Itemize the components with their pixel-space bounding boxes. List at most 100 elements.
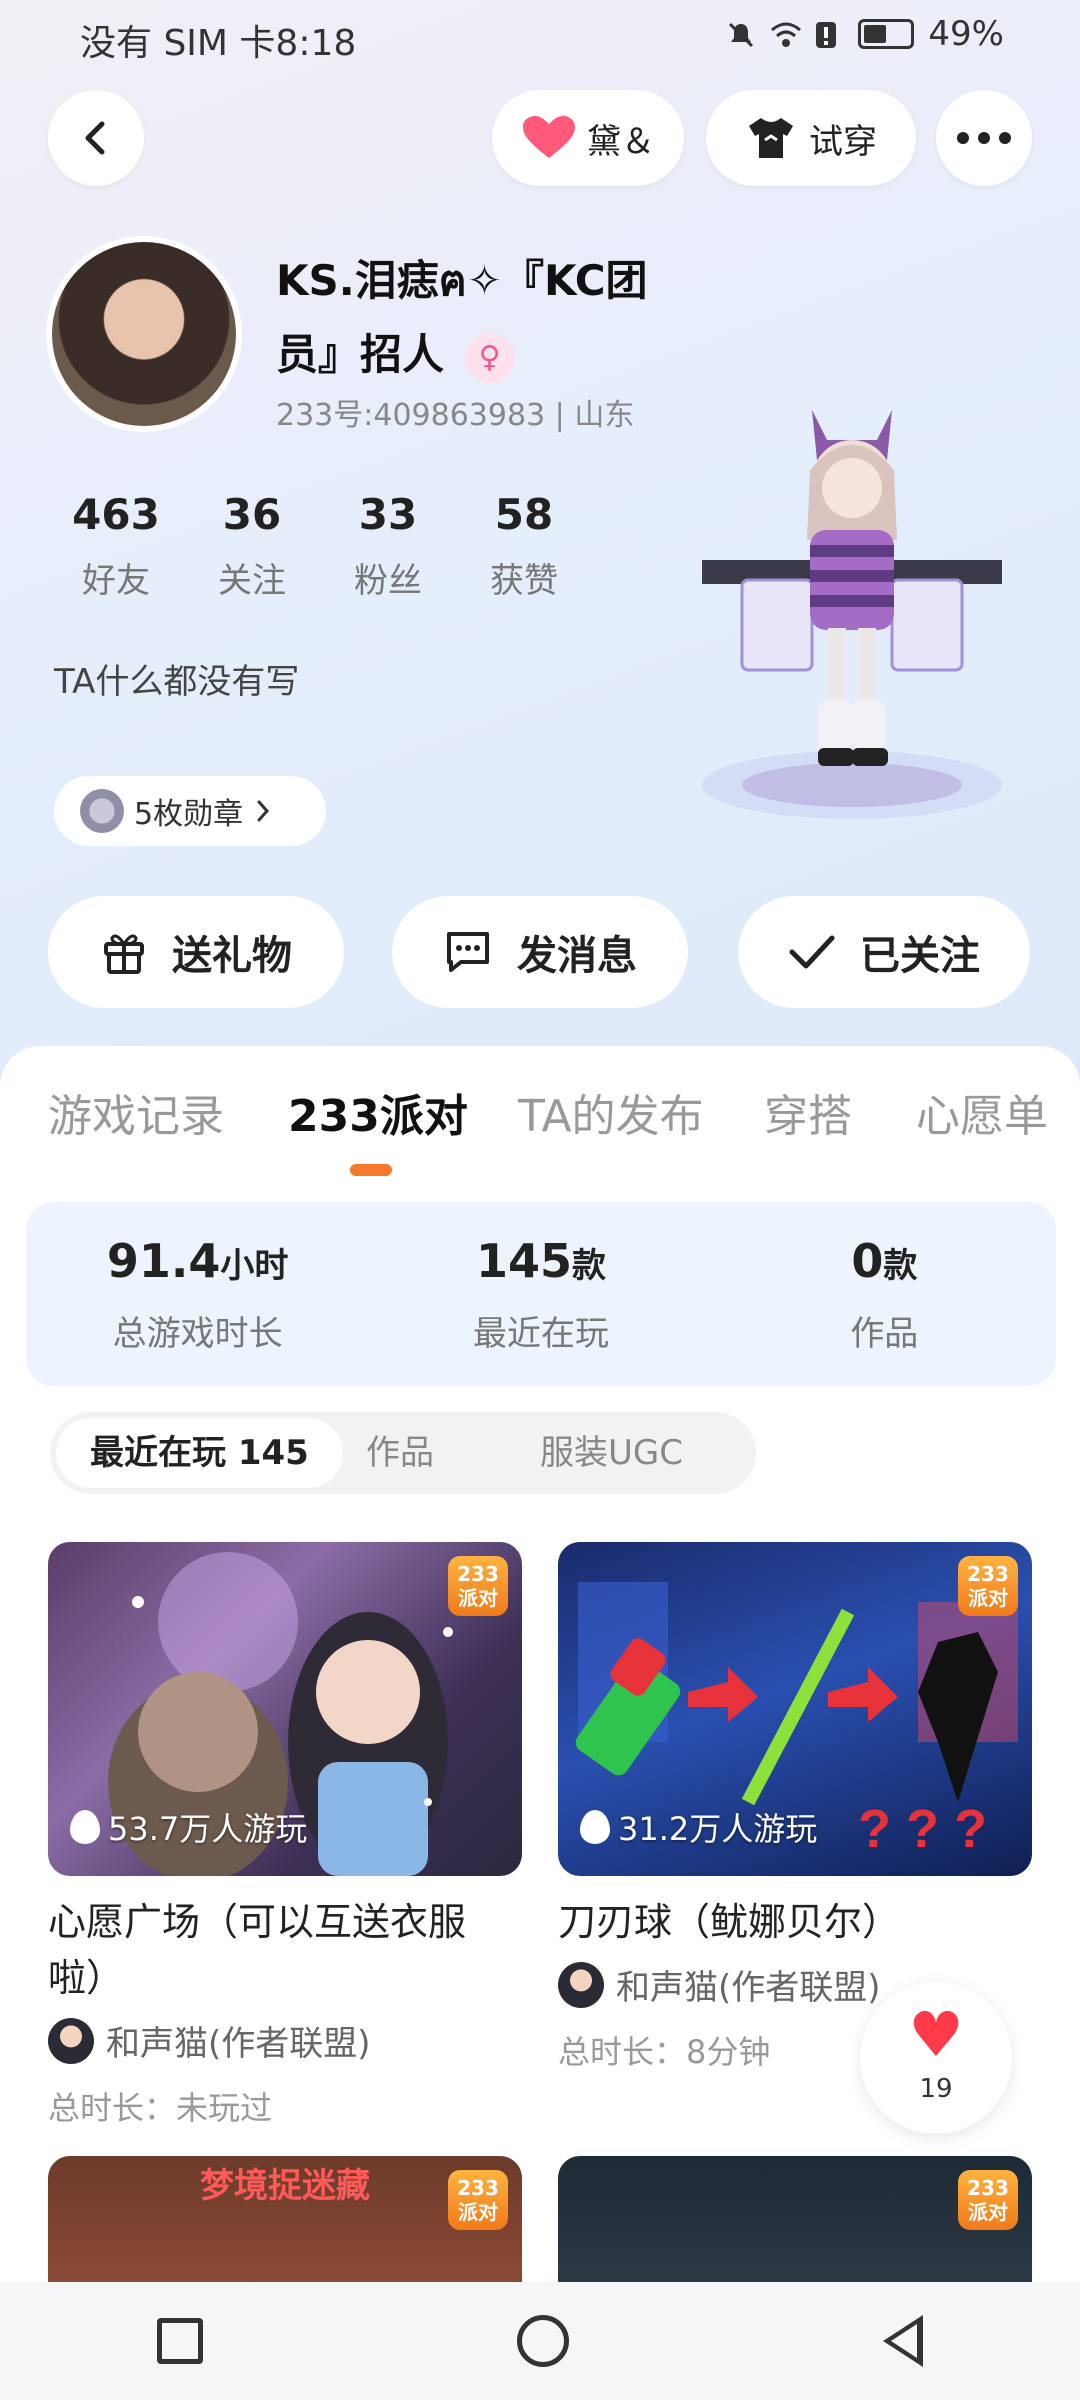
stat-value: 33 bbox=[358, 490, 418, 539]
author-avatar bbox=[48, 2017, 94, 2064]
female-gender-icon: ♀ bbox=[464, 332, 515, 383]
more-options-button[interactable] bbox=[936, 90, 1032, 186]
battery-level: 49% bbox=[928, 14, 1004, 54]
summary-unit: 小时 bbox=[220, 1246, 289, 1286]
summary-recent-games: 145款 最近在玩 bbox=[369, 1202, 712, 1386]
tshirt-icon bbox=[749, 118, 793, 158]
status-bar: 没有 SIM 卡8:18 49% bbox=[0, 0, 1080, 72]
send-message-button[interactable]: 发消息 bbox=[392, 896, 688, 1008]
profile-avatar[interactable] bbox=[46, 236, 242, 432]
medals-label: 5枚勋章 bbox=[134, 797, 244, 832]
status-icons: 49% bbox=[726, 14, 1004, 54]
play-count: 53.7万人游玩 bbox=[70, 1804, 307, 1850]
home-icon[interactable] bbox=[517, 2315, 569, 2367]
summary-label: 作品 bbox=[850, 1314, 919, 1354]
subtab-recently-played[interactable]: 最近在玩 145 bbox=[56, 1418, 343, 1488]
game-title[interactable]: 刀刃球（鱿娜贝尔） bbox=[558, 1894, 1032, 1950]
like-count: 19 bbox=[919, 2074, 953, 2104]
avatar-3d-figure[interactable] bbox=[702, 400, 1002, 850]
svg-text:? ? ?: ? ? ? bbox=[858, 1799, 987, 1859]
profile-name-text: KS.泪痣ฅ✧『KC团员』招人 bbox=[276, 256, 648, 379]
tab-233-party[interactable]: 233派对 bbox=[288, 1080, 468, 1144]
more-dots-icon bbox=[957, 132, 1011, 144]
profile-tabs: 游戏记录 233派对 TA的发布 穿搭 心愿单 bbox=[0, 1080, 1080, 1170]
stat-value: 58 bbox=[494, 490, 554, 539]
checkmark-icon bbox=[789, 935, 835, 969]
medal-icon bbox=[80, 789, 124, 833]
play-summary: 91.4小时 总游戏时长 145款 最近在玩 0款 作品 bbox=[26, 1202, 1056, 1386]
chevron-right-icon bbox=[257, 800, 270, 822]
heart-icon bbox=[523, 116, 575, 158]
profile-bio: TA什么都没有写 bbox=[54, 662, 300, 702]
party-badge-icon: 233派对 bbox=[448, 2170, 508, 2230]
floating-like-button[interactable]: ♥ 19 bbox=[860, 1982, 1012, 2134]
send-message-label: 发消息 bbox=[517, 933, 637, 979]
stat-label: 获赞 bbox=[490, 561, 558, 601]
stat-label: 粉丝 bbox=[354, 561, 422, 601]
author-name: 和声猫(作者联盟) bbox=[106, 2024, 371, 2064]
summary-value: 0 bbox=[851, 1234, 884, 1288]
stat-likes[interactable]: 58 获赞 bbox=[456, 490, 592, 602]
sub-tabs: 最近在玩 145 作品 服装UGC bbox=[50, 1412, 756, 1494]
party-badge-icon: 233派对 bbox=[958, 1556, 1018, 1616]
profile-stats: 463 好友 36 关注 33 粉丝 58 获赞 bbox=[48, 490, 592, 602]
stat-friends[interactable]: 463 好友 bbox=[48, 490, 184, 602]
try-on-label: 试穿 bbox=[809, 121, 877, 162]
stat-label: 好友 bbox=[82, 561, 150, 601]
flame-icon bbox=[70, 1810, 100, 1844]
play-count-text: 31.2万人游玩 bbox=[618, 1810, 818, 1848]
chevron-left-icon bbox=[85, 121, 105, 155]
game-title[interactable]: 心愿广场（可以互送衣服啦） bbox=[48, 1894, 522, 2006]
summary-value: 145 bbox=[475, 1234, 572, 1288]
summary-label: 总游戏时长 bbox=[112, 1314, 283, 1354]
tab-wishlist[interactable]: 心愿单 bbox=[916, 1080, 1048, 1144]
back-triangle-icon[interactable] bbox=[883, 2315, 923, 2367]
heart-icon: ♥ bbox=[908, 1998, 964, 2071]
subtab-clothing-ugc[interactable]: 服装UGC bbox=[540, 1412, 683, 1494]
game-card-partial[interactable]: 233派对 bbox=[558, 2156, 1032, 2286]
stat-label: 关注 bbox=[218, 561, 286, 601]
try-on-button[interactable]: 试穿 bbox=[706, 90, 916, 186]
alert-icon bbox=[814, 19, 844, 49]
system-nav-bar bbox=[0, 2282, 1080, 2400]
summary-value: 91.4 bbox=[106, 1234, 221, 1288]
stat-value: 463 bbox=[72, 490, 160, 539]
flame-icon bbox=[580, 1810, 610, 1844]
tab-outfits[interactable]: 穿搭 bbox=[764, 1080, 852, 1144]
profile-uid-region: 233号:409863983 | 山东 bbox=[276, 398, 635, 433]
summary-works: 0款 作品 bbox=[713, 1202, 1056, 1386]
battery-icon bbox=[858, 19, 915, 49]
tab-posts[interactable]: TA的发布 bbox=[518, 1080, 704, 1144]
subtab-works[interactable]: 作品 bbox=[366, 1412, 434, 1494]
recent-apps-icon[interactable] bbox=[157, 2318, 203, 2364]
active-tab-indicator bbox=[350, 1164, 392, 1176]
carrier-time: 没有 SIM 卡8:18 bbox=[80, 23, 357, 64]
party-badge-icon: 233派对 bbox=[448, 1556, 508, 1616]
following-button[interactable]: 已关注 bbox=[738, 896, 1030, 1008]
following-label: 已关注 bbox=[860, 933, 980, 979]
companion-heart-button[interactable]: 黛＆ bbox=[492, 90, 684, 186]
game-card-partial[interactable]: 梦境捉迷藏 233派对 bbox=[48, 2156, 522, 2286]
play-count-text: 53.7万人游玩 bbox=[108, 1810, 308, 1848]
play-count: 31.2万人游玩 bbox=[580, 1804, 817, 1850]
summary-total-time: 91.4小时 总游戏时长 bbox=[26, 1202, 369, 1386]
game-thumbnail[interactable]: ? ? ? 233派对 31.2万人游玩 bbox=[558, 1542, 1032, 1876]
game-card[interactable]: 233派对 53.7万人游玩 心愿广场（可以互送衣服啦） 和声猫(作者联盟) 总… bbox=[48, 1542, 522, 2129]
tab-game-records[interactable]: 游戏记录 bbox=[48, 1080, 224, 1144]
party-badge-icon: 233派对 bbox=[958, 2170, 1018, 2230]
medals-button[interactable]: 5枚勋章 bbox=[54, 776, 326, 846]
play-duration: 总时长：未玩过 bbox=[48, 2089, 273, 2127]
summary-unit: 款 bbox=[883, 1246, 918, 1286]
stat-value: 36 bbox=[222, 490, 282, 539]
game-author[interactable]: 和声猫(作者联盟) bbox=[48, 2016, 522, 2065]
send-gift-button[interactable]: 送礼物 bbox=[48, 896, 344, 1008]
gift-icon bbox=[104, 934, 144, 974]
game-thumbnail[interactable]: 233派对 53.7万人游玩 bbox=[48, 1542, 522, 1876]
stat-following[interactable]: 36 关注 bbox=[184, 490, 320, 602]
send-gift-label: 送礼物 bbox=[172, 933, 292, 979]
back-button[interactable] bbox=[48, 90, 144, 186]
wifi-icon bbox=[770, 19, 802, 49]
stat-followers[interactable]: 33 粉丝 bbox=[320, 490, 456, 602]
summary-label: 最近在玩 bbox=[472, 1314, 609, 1354]
summary-unit: 款 bbox=[572, 1246, 606, 1286]
